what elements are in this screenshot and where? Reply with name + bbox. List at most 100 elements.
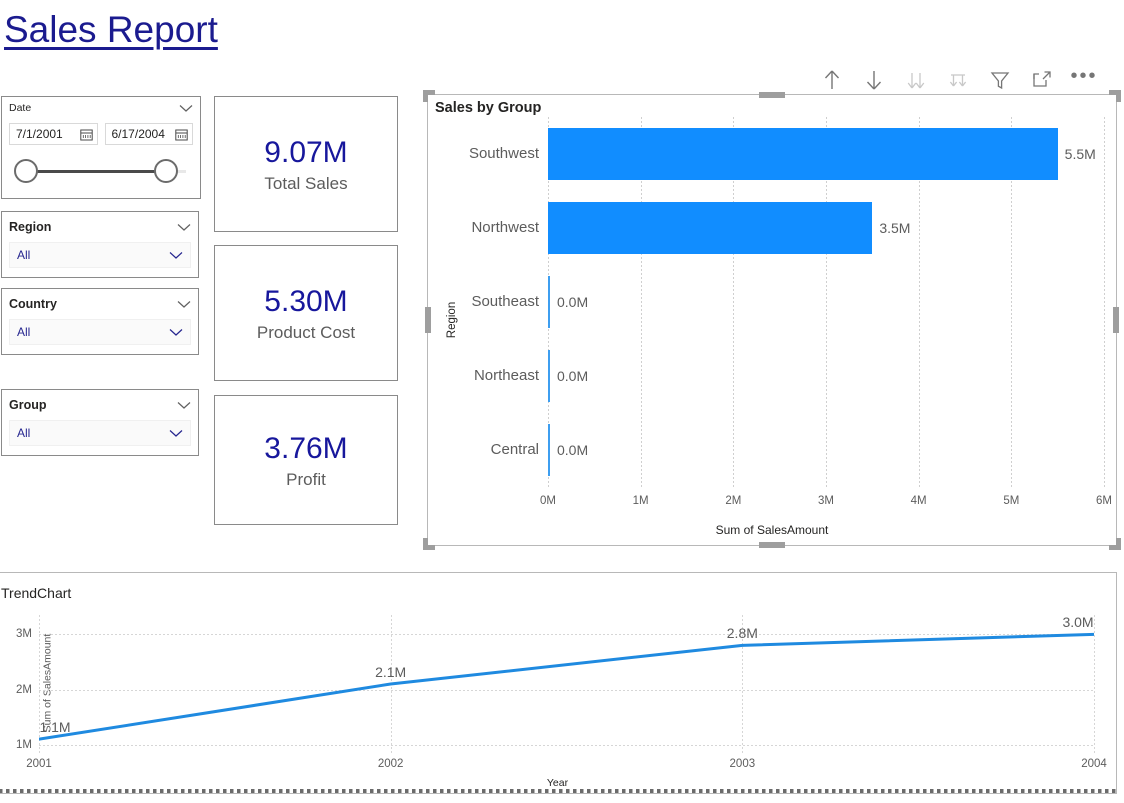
slicer-country[interactable]: Country All — [1, 288, 199, 355]
bar-rect[interactable] — [548, 276, 550, 328]
kpi-label: Product Cost — [256, 322, 356, 342]
bar-category-label: Central — [490, 441, 539, 459]
bar-rect[interactable] — [548, 128, 1058, 180]
page-title: Sales Report — [4, 9, 218, 50]
trend-chart-plot-area: 1M 2M 3M 2001 2002 2003 2004 1.1M 2.1M 2.8M 3.0M — [16, 614, 1107, 770]
y-axis-tick-label: 1M — [16, 738, 32, 751]
visual-header-toolbar: ••• — [820, 62, 1116, 98]
bar-data-label: 5.5M — [1064, 145, 1096, 162]
chevron-down-icon[interactable] — [169, 328, 183, 337]
kpi-card-total-sales[interactable]: 9.07M Total Sales — [214, 96, 398, 232]
slicer-group-header: Group — [2, 390, 198, 420]
x-axis-tick-label: 2001 — [26, 758, 52, 770]
slicer-region-dropdown[interactable]: All — [9, 242, 191, 268]
resize-handle-top-right[interactable] — [1107, 90, 1121, 104]
calendar-icon[interactable] — [175, 128, 188, 141]
visual-sales-by-group[interactable]: Sales by Group Region Southwest 5.5M North… — [423, 90, 1121, 550]
slicer-country-value: All — [17, 325, 31, 339]
slider-fill — [26, 170, 166, 173]
resize-handle-bottom-left[interactable] — [423, 536, 437, 550]
chevron-down-icon[interactable] — [169, 429, 183, 438]
slicer-date-title: Date — [9, 102, 32, 114]
slicer-country-dropdown[interactable]: All — [9, 319, 191, 345]
x-axis-tick-label: 4M — [910, 495, 927, 507]
date-end-field[interactable]: 6/17/2004 — [104, 123, 193, 145]
resize-handle-middle-left[interactable] — [425, 307, 431, 333]
canvas-bottom-edge — [0, 789, 1116, 793]
bar-category-label: Northwest — [471, 219, 539, 237]
chevron-down-icon[interactable] — [177, 223, 191, 232]
chevron-down-icon[interactable] — [177, 401, 191, 410]
bar-rect[interactable] — [548, 350, 550, 402]
calendar-icon[interactable] — [79, 128, 93, 141]
slicer-group[interactable]: Group All — [1, 389, 199, 456]
x-axis-tick-label: 3M — [818, 495, 834, 507]
slicer-date-header: Date — [2, 97, 200, 119]
gridline — [1104, 117, 1105, 487]
x-axis-tick-label: 6M — [1096, 495, 1112, 507]
bar-rect[interactable] — [548, 424, 550, 476]
x-axis-tick-label: 1M — [632, 495, 649, 507]
slider-handle-start[interactable] — [14, 159, 38, 183]
kpi-label: Total Sales — [264, 173, 348, 193]
slicer-region[interactable]: Region All — [1, 211, 199, 278]
bar-data-label: 3.5M — [879, 219, 911, 236]
resize-handle-bottom-center[interactable] — [759, 542, 785, 548]
date-start-field[interactable]: 7/1/2001 — [9, 123, 98, 145]
drill-up-icon[interactable] — [820, 67, 844, 93]
y-axis-tick-label: 3M — [16, 628, 32, 641]
trend-data-label: 2.8M — [726, 625, 758, 642]
date-range-slider[interactable] — [14, 159, 186, 185]
chevron-down-icon[interactable] — [177, 300, 191, 309]
x-axis-tick-label: 2004 — [1081, 758, 1107, 770]
bar-data-label: 0.0M — [557, 293, 589, 310]
bar-row[interactable]: Northeast 0.0M — [474, 350, 1104, 402]
resize-handle-bottom-right[interactable] — [1107, 536, 1121, 550]
trend-data-label: 2.1M — [375, 664, 407, 680]
kpi-value: 3.76M — [264, 431, 348, 465]
slicer-region-header: Region — [2, 212, 198, 242]
chevron-down-icon[interactable] — [169, 251, 183, 260]
kpi-value: 9.07M — [264, 135, 348, 169]
resize-handle-middle-right[interactable] — [1113, 307, 1119, 333]
slicer-date[interactable]: Date 7/1/2001 6/17/2004 — [1, 96, 201, 199]
x-axis-tick-label: 5M — [1003, 495, 1020, 507]
bar-row[interactable]: Southeast 0.0M — [471, 276, 1104, 328]
trend-chart-title: TrendChart — [1, 585, 72, 601]
filter-icon[interactable] — [988, 67, 1012, 93]
more-options-icon[interactable]: ••• — [1070, 65, 1098, 93]
date-end-value: 6/17/2004 — [111, 127, 165, 141]
trend-data-label: 3.0M — [1062, 614, 1094, 631]
drill-down-hierarchy-icon[interactable] — [946, 67, 970, 93]
more-options-glyph: ••• — [1070, 65, 1098, 87]
trend-line-series[interactable] — [39, 615, 1094, 753]
drill-down-icon[interactable] — [862, 67, 886, 93]
bar-row[interactable]: Central 0.0M — [491, 424, 1104, 476]
bar-row[interactable]: Northwest 3.5M — [471, 202, 1104, 254]
chevron-down-icon[interactable] — [179, 104, 193, 113]
bar-rect[interactable] — [548, 202, 873, 254]
visual-title: Sales by Group — [435, 100, 542, 116]
bar-chart-x-axis-title: Sum of SalesAmount — [715, 523, 829, 537]
expand-all-icon[interactable] — [904, 67, 928, 93]
focus-mode-icon[interactable] — [1030, 67, 1054, 93]
kpi-card-product-cost[interactable]: 5.30M Product Cost — [214, 245, 398, 381]
x-axis-tick-label: 2M — [725, 495, 742, 507]
kpi-label: Profit — [286, 469, 326, 489]
kpi-value: 5.30M — [264, 284, 348, 318]
slicer-country-title: Country — [9, 297, 57, 311]
x-axis-tick-label: 2003 — [729, 758, 756, 770]
y-axis-tick-label: 2M — [16, 683, 32, 696]
visual-trend-chart[interactable]: TrendChart Sum of SalesAmount 1M 2M 3M 2001… — [0, 572, 1117, 794]
bar-data-label: 0.0M — [557, 367, 589, 384]
resize-handle-top-center[interactable] — [759, 92, 785, 98]
bar-row[interactable]: Southwest 5.5M — [469, 128, 1104, 180]
slicer-group-dropdown[interactable]: All — [9, 420, 191, 446]
kpi-card-profit[interactable]: 3.76M Profit — [214, 395, 398, 525]
slicer-country-header: Country — [2, 289, 198, 319]
x-axis-tick-label: 0M — [540, 495, 556, 507]
report-canvas: Sales Report ••• Date 7/1/2001 6/17/2004… — [0, 0, 1124, 803]
bar-category-label: Northeast — [473, 367, 539, 385]
resize-handle-top-left[interactable] — [423, 90, 437, 104]
slider-handle-end[interactable] — [154, 159, 178, 183]
